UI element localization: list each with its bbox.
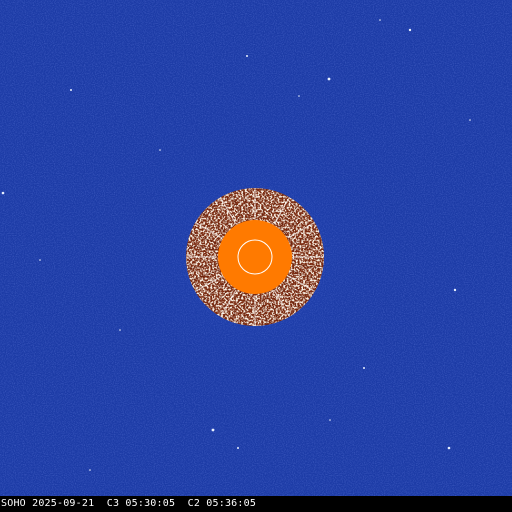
star — [447, 446, 451, 450]
coronagraph-image — [0, 0, 512, 496]
star — [159, 149, 161, 151]
star — [469, 119, 471, 121]
star — [1, 191, 5, 195]
star — [329, 419, 331, 421]
star — [327, 77, 331, 81]
star — [237, 447, 239, 449]
star — [298, 95, 300, 97]
caption-bar: SOHO 2025-09-21 C3 05:30:05 C2 05:36:05 — [0, 496, 512, 512]
star — [70, 89, 72, 91]
timestamp-caption: SOHO 2025-09-21 C3 05:30:05 C2 05:36:05 — [1, 498, 257, 509]
star — [119, 329, 121, 331]
star — [379, 19, 381, 21]
sun-disk — [218, 220, 292, 294]
star — [89, 469, 91, 471]
star — [363, 367, 365, 369]
star — [453, 288, 457, 292]
star — [39, 259, 41, 261]
star — [408, 28, 412, 32]
star — [246, 55, 248, 57]
star — [211, 428, 215, 432]
